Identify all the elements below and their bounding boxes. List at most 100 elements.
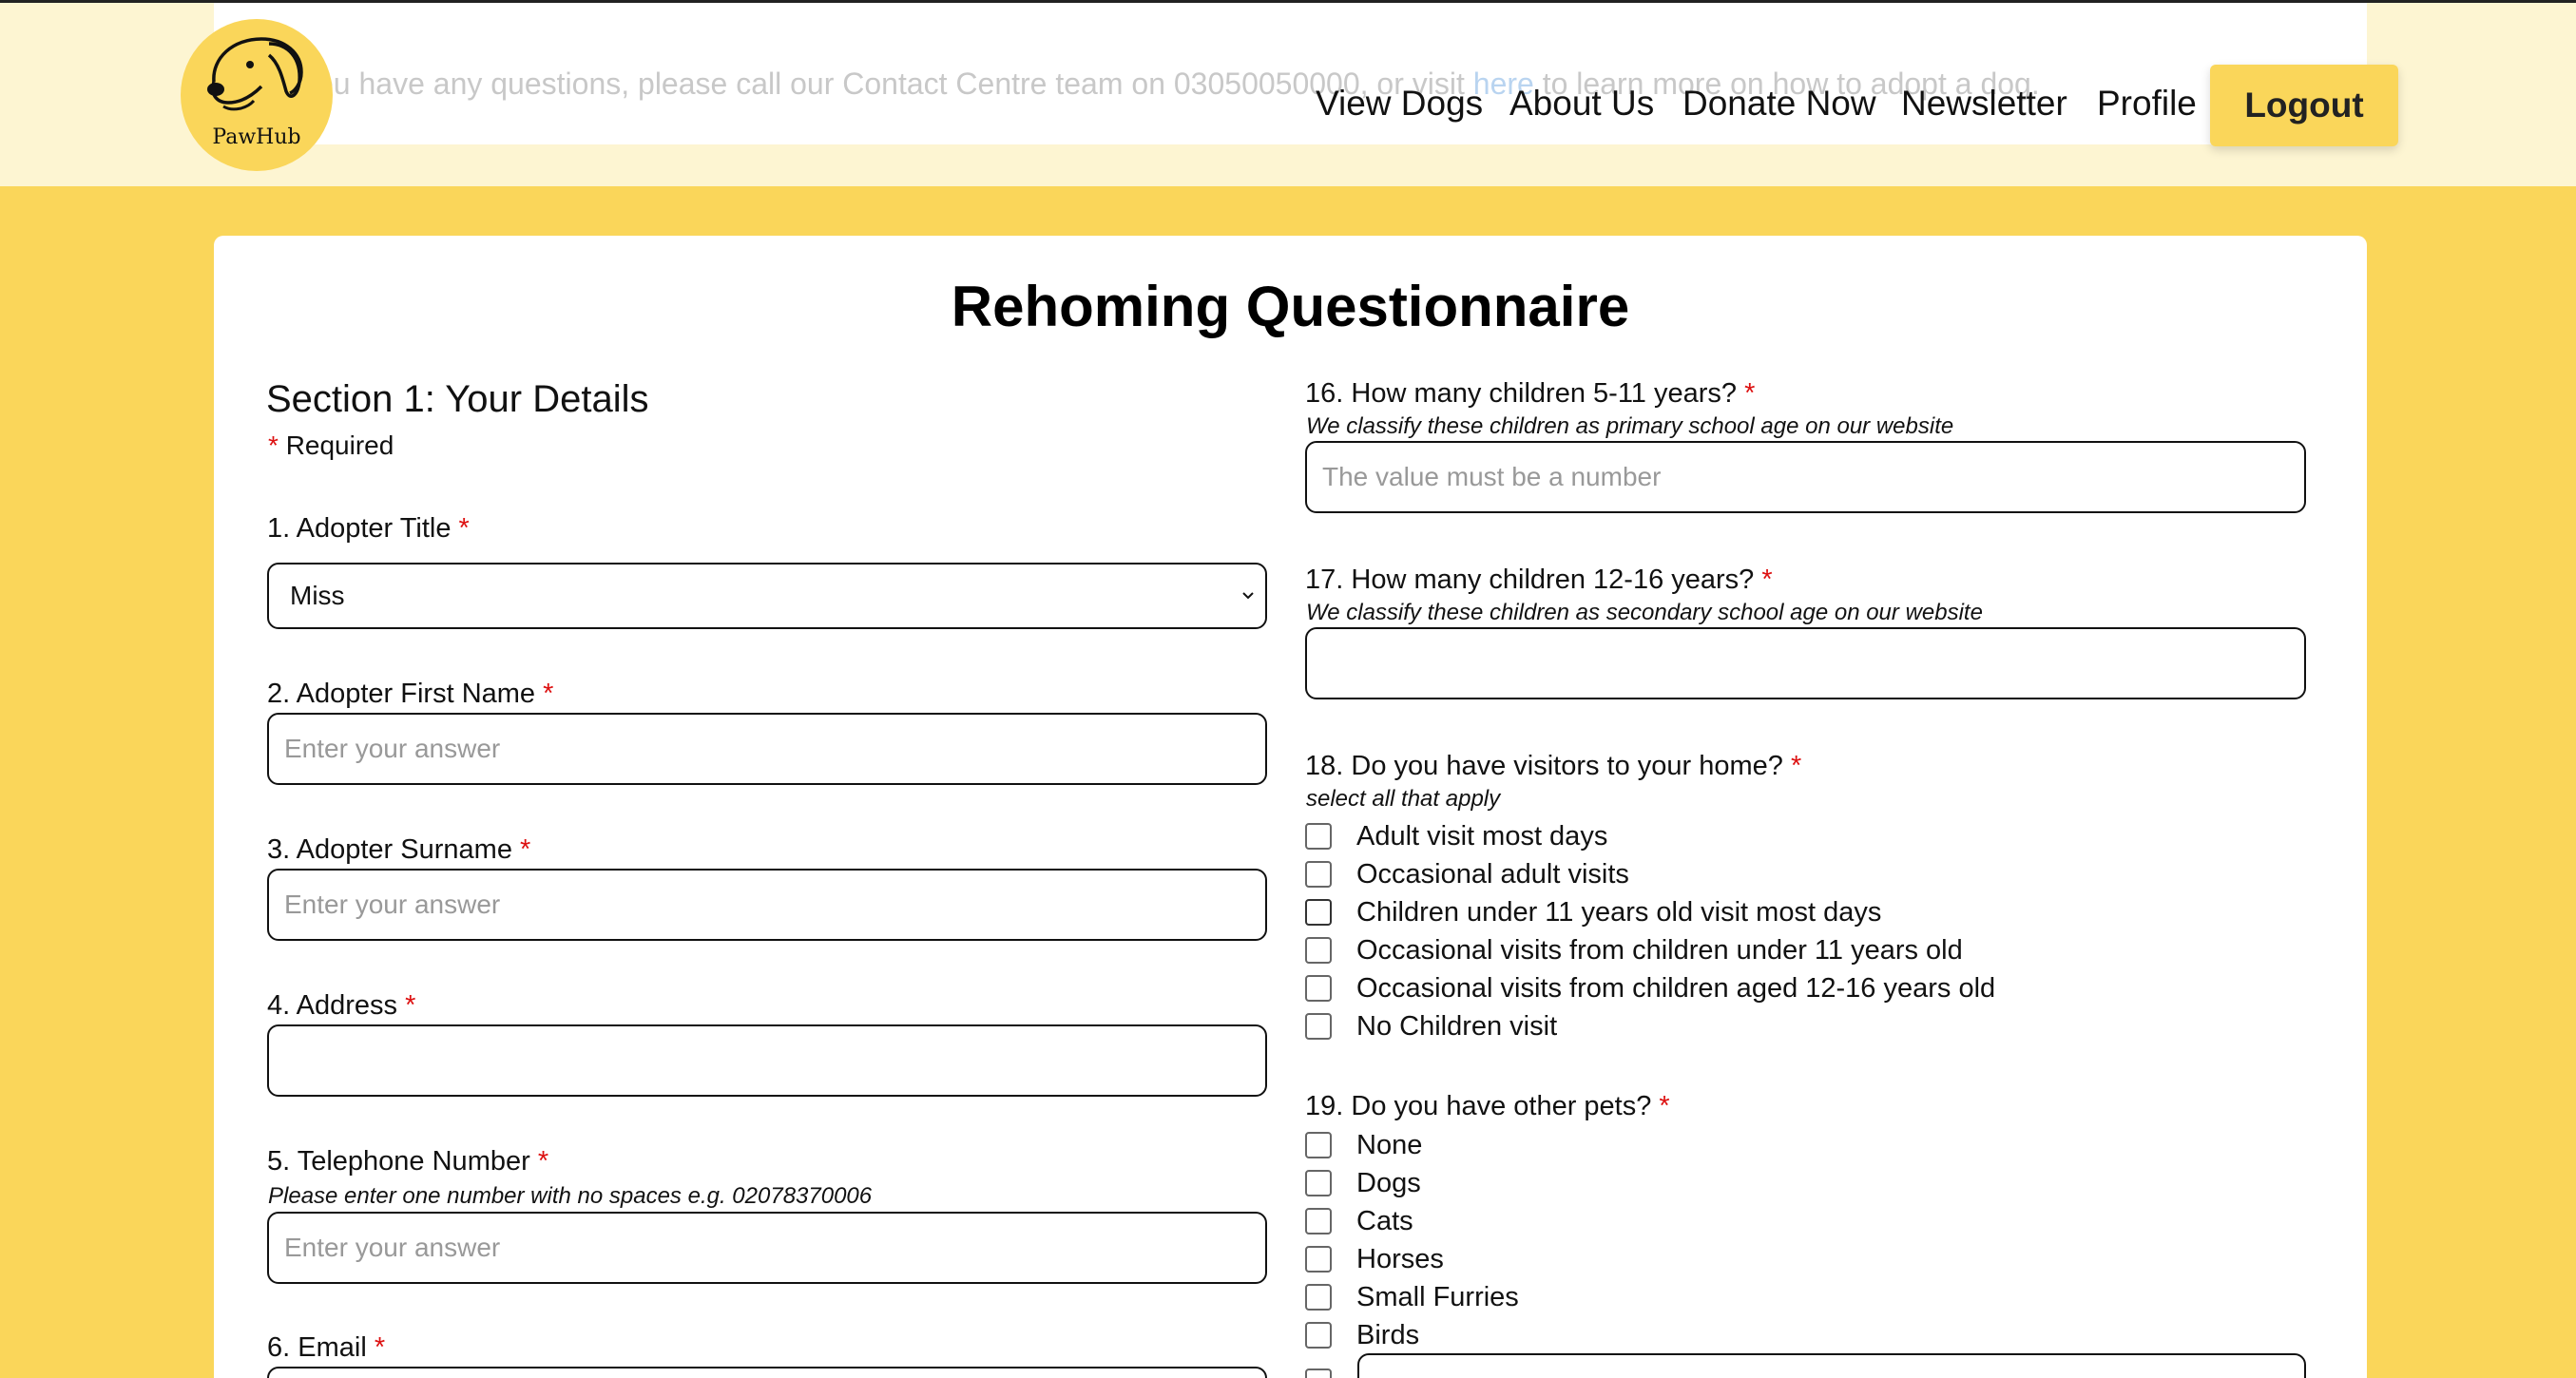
checkbox-option[interactable]: Occasional adult visits [1305, 855, 1995, 893]
q5-label-text: 5. Telephone Number [267, 1146, 530, 1177]
required-star: * [268, 431, 279, 460]
checkbox-label: Children under 11 years old visit most d… [1356, 896, 1882, 928]
checkbox-label: Birds [1356, 1319, 1420, 1350]
main-nav-newsletter: Newsletter [1901, 84, 2067, 124]
required-star: * [1744, 378, 1756, 409]
q16-label: 16. How many children 5-11 years? * [1305, 378, 1755, 410]
checkbox-option[interactable]: Occasional visits from children under 11… [1305, 931, 1995, 969]
q1-label: 1. Adopter Title * [267, 513, 470, 545]
children-12-16-input[interactable] [1305, 627, 2306, 699]
required-label: Required [285, 431, 394, 460]
checkbox-label: Occasional adult visits [1356, 858, 1629, 890]
required-star: * [1761, 565, 1773, 595]
checkbox[interactable] [1305, 1322, 1332, 1349]
checkbox-option[interactable]: Dogs [1305, 1164, 1519, 1202]
checkbox-label: Occasional visits from children under 11… [1356, 934, 1963, 966]
page-title: Rehoming Questionnaire [951, 275, 1630, 338]
checkbox-option[interactable]: Occasional visits from children aged 12-… [1305, 969, 1995, 1007]
checkbox-option[interactable]: Adult visit most days [1305, 817, 1995, 855]
q19-label: 19. Do you have other pets? * [1305, 1091, 1670, 1122]
q4-label-text: 4. Address [267, 990, 398, 1021]
required-star: * [520, 834, 531, 865]
checkbox[interactable] [1305, 975, 1332, 1002]
contact-text-before: ou have any questions, please call our C… [317, 67, 1473, 101]
checkbox-label: Occasional visits from children aged 12-… [1356, 972, 1996, 1004]
children-5-11-placeholder: The value must be a number [1322, 462, 1662, 491]
surname-placeholder: Enter your answer [284, 890, 501, 919]
q18-label: 18. Do you have visitors to your home? * [1305, 751, 1801, 782]
checkbox-option[interactable]: Children under 11 years old visit most d… [1305, 893, 1995, 931]
q18-hint: select all that apply [1306, 786, 1501, 812]
email-input[interactable] [267, 1367, 1267, 1378]
q6-label: 6. Email * [267, 1332, 385, 1364]
checkbox[interactable] [1305, 823, 1332, 850]
checkbox[interactable] [1305, 1013, 1332, 1040]
pawhub-logo[interactable]: PawHub [181, 19, 333, 171]
first-name-placeholder: Enter your answer [284, 734, 501, 763]
q16-hint: We classify these children as primary sc… [1306, 413, 1954, 439]
main-nav-donate: Donate Now [1682, 84, 1876, 124]
first-name-input[interactable]: Enter your answer [267, 713, 1267, 785]
checkbox-option[interactable]: Birds [1305, 1316, 1519, 1354]
main-nav: View Dogs [1316, 84, 1483, 124]
required-star: * [405, 990, 416, 1021]
checkbox-label: Dogs [1356, 1167, 1421, 1198]
checkbox-option[interactable]: Small Furries [1305, 1278, 1519, 1316]
checkbox[interactable] [1305, 1132, 1332, 1158]
checkbox-option[interactable]: Cats [1305, 1202, 1519, 1240]
brand-name: PawHub [212, 125, 301, 149]
checkbox-option[interactable]: No Children visit [1305, 1007, 1995, 1045]
nav-donate-now[interactable]: Donate Now [1682, 84, 1876, 124]
checkbox[interactable] [1305, 899, 1332, 926]
q4-label: 4. Address * [267, 990, 415, 1022]
checkbox-option[interactable]: None [1305, 1126, 1519, 1164]
q17-label: 17. How many children 12-16 years? * [1305, 565, 1773, 596]
nav-profile[interactable]: Profile [2097, 84, 2197, 124]
checkbox-label: None [1356, 1129, 1423, 1160]
main-nav-profile: Profile [2097, 84, 2197, 124]
q5-hint: Please enter one number with no spaces e… [268, 1183, 873, 1209]
required-star: * [458, 513, 470, 544]
required-note: * Required [268, 431, 394, 461]
other-pets-input[interactable] [1357, 1353, 2306, 1378]
q3-label: 3. Adopter Surname * [267, 834, 530, 866]
chevron-down-icon [1242, 592, 1254, 600]
q2-label: 2. Adopter First Name * [267, 679, 553, 710]
nav-view-dogs[interactable]: View Dogs [1316, 84, 1483, 124]
checkbox[interactable] [1305, 1246, 1332, 1273]
nav-newsletter[interactable]: Newsletter [1901, 84, 2067, 124]
adopter-title-select[interactable]: Miss [267, 563, 1267, 629]
q6-label-text: 6. Email [267, 1332, 367, 1363]
required-star: * [537, 1146, 549, 1177]
children-5-11-input[interactable]: The value must be a number [1305, 441, 2306, 513]
q16-label-text: 16. How many children 5-11 years? [1305, 378, 1738, 409]
top-border [0, 0, 2576, 3]
section-title: Section 1: Your Details [266, 378, 649, 420]
checkbox[interactable] [1305, 937, 1332, 964]
checkbox-label: Horses [1356, 1243, 1444, 1274]
surname-input[interactable]: Enter your answer [267, 869, 1267, 941]
address-input[interactable] [267, 1024, 1267, 1097]
checkbox-option[interactable]: Horses [1305, 1240, 1519, 1278]
q17-hint: We classify these children as secondary … [1306, 600, 1983, 625]
nav-about-us[interactable]: About Us [1509, 84, 1654, 124]
dog-head-icon [207, 37, 303, 111]
checkbox-label: Small Furries [1356, 1281, 1519, 1312]
required-star: * [1659, 1091, 1670, 1121]
checkbox-option-other[interactable] [1305, 1368, 1356, 1378]
telephone-input[interactable]: Enter your answer [267, 1212, 1267, 1284]
logout-button[interactable]: Logout [2210, 65, 2398, 146]
checkbox[interactable] [1305, 1170, 1332, 1196]
q5-label: 5. Telephone Number * [267, 1146, 548, 1177]
adopter-title-value: Miss [290, 581, 345, 610]
main-nav-about: About Us [1509, 84, 1654, 124]
q18-label-text: 18. Do you have visitors to your home? [1305, 751, 1783, 781]
q1-label-text: 1. Adopter Title [267, 513, 452, 544]
checkbox-label: Adult visit most days [1356, 820, 1608, 852]
checkbox[interactable] [1305, 1208, 1332, 1234]
visitors-options: Adult visit most days Occasional adult v… [1305, 817, 1995, 1045]
checkbox[interactable] [1305, 1368, 1332, 1378]
checkbox[interactable] [1305, 861, 1332, 888]
q19-label-text: 19. Do you have other pets? [1305, 1091, 1652, 1121]
checkbox[interactable] [1305, 1284, 1332, 1311]
